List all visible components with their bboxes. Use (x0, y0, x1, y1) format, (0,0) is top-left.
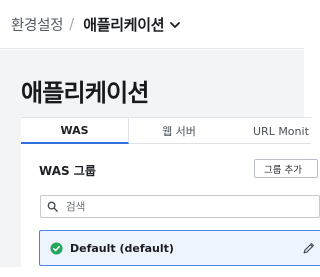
top-bar: 환경설정 / 애플리케이션 (0, 0, 304, 49)
tab-bar: WAS 웹 서버 URL Monit (21, 118, 311, 144)
breadcrumb-separator: / (69, 15, 75, 33)
check-circle-icon (50, 241, 63, 255)
tab-was[interactable]: WAS (21, 118, 129, 144)
tab-web-server[interactable]: 웹 서버 (129, 118, 229, 144)
add-group-button[interactable]: 그룹 추가 (254, 159, 318, 178)
pencil-icon[interactable] (302, 241, 316, 255)
search-icon (47, 201, 58, 212)
tab-url-monitoring[interactable]: URL Monit (229, 118, 320, 144)
breadcrumb-current-label: 애플리케이션 (83, 15, 165, 34)
was-group-title: WAS 그룹 (39, 164, 96, 178)
main-content: 애플리케이션 WAS 웹 서버 URL Monit WAS 그룹 그룹 추가 D… (0, 50, 320, 277)
breadcrumb-current-dropdown[interactable]: 애플리케이션 (83, 14, 181, 35)
chevron-down-icon (170, 22, 181, 28)
search-input[interactable] (66, 200, 296, 213)
search-field[interactable] (40, 195, 320, 218)
was-group-item-default[interactable]: Default (default) (39, 230, 320, 266)
was-group-item-label: Default (default) (70, 241, 174, 255)
page-title: 애플리케이션 (21, 79, 149, 107)
application-card: WAS 웹 서버 URL Monit WAS 그룹 그룹 추가 Default … (21, 117, 320, 277)
breadcrumb-parent[interactable]: 환경설정 (11, 14, 63, 35)
